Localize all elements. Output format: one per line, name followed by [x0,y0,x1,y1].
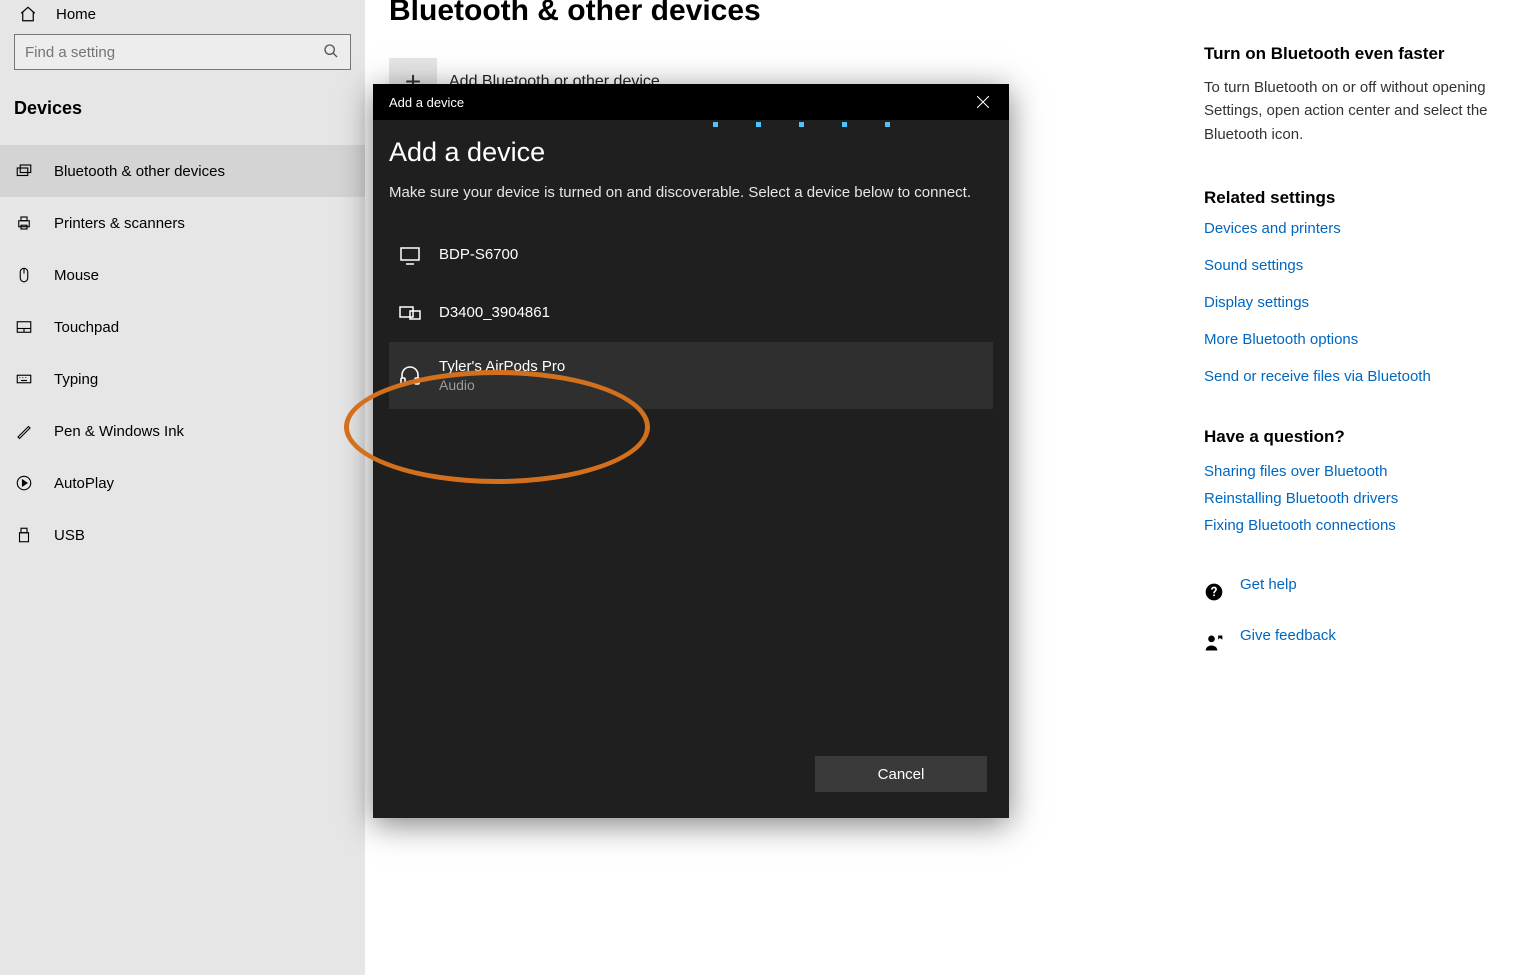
tip-body: To turn Bluetooth on or off without open… [1204,76,1494,146]
feedback-icon [1204,633,1224,657]
mouse-icon [14,265,34,285]
pen-icon [14,421,34,441]
sidebar-label: USB [54,527,85,544]
sidebar-section-title: Devices [0,88,365,145]
sidebar-label: Bluetooth & other devices [54,163,225,180]
add-device-dialog: Add a device Add a device Make sure your… [373,84,1009,818]
autoplay-icon [14,473,34,493]
link-send-receive-files[interactable]: Send or receive files via Bluetooth [1204,368,1494,385]
dialog-heading: Add a device [389,137,993,168]
keyboard-icon [14,369,34,389]
right-rail: Turn on Bluetooth even faster To turn Bl… [1204,0,1514,975]
dialog-close-button[interactable] [969,92,997,112]
device-item-d3400[interactable]: D3400_3904861 [389,284,993,342]
dialog-title: Add a device [389,95,464,110]
link-more-bluetooth[interactable]: More Bluetooth options [1204,331,1494,348]
get-help-row[interactable]: Get help [1204,576,1494,613]
settings-sidebar: Home Devices Bluetooth & other devices P… [0,0,365,975]
bluetooth-devices-icon [14,161,34,181]
get-help-link[interactable]: Get help [1240,576,1297,593]
sidebar-item-autoplay[interactable]: AutoPlay [0,457,365,509]
search-icon [323,43,339,63]
screens-icon [397,300,423,326]
page-title: Bluetooth & other devices [389,0,1180,28]
link-reinstalling-drivers[interactable]: Reinstalling Bluetooth drivers [1204,490,1494,507]
cancel-button[interactable]: Cancel [815,756,987,792]
sidebar-label: Typing [54,371,98,388]
sidebar-label: Printers & scanners [54,215,185,232]
sidebar-label: Pen & Windows Ink [54,423,184,440]
home-icon [18,4,38,24]
search-wrap [0,34,365,88]
monitor-icon [397,242,423,268]
device-name: Tyler's AirPods Pro [439,358,565,375]
usb-icon [14,525,34,545]
link-sound-settings[interactable]: Sound settings [1204,257,1494,274]
device-sub: Audio [439,377,565,393]
headphones-icon [397,362,423,388]
dialog-titlebar: Add a device [373,84,1009,120]
give-feedback-link[interactable]: Give feedback [1240,627,1336,644]
sidebar-item-usb[interactable]: USB [0,509,365,561]
sidebar-item-pen[interactable]: Pen & Windows Ink [0,405,365,457]
related-heading: Related settings [1204,188,1494,208]
question-heading: Have a question? [1204,427,1494,447]
sidebar-item-bluetooth[interactable]: Bluetooth & other devices [0,145,365,197]
home-label: Home [56,6,96,23]
link-fixing-connections[interactable]: Fixing Bluetooth connections [1204,517,1494,534]
device-item-airpods[interactable]: Tyler's AirPods Pro Audio [389,342,993,409]
link-display-settings[interactable]: Display settings [1204,294,1494,311]
link-devices-printers[interactable]: Devices and printers [1204,220,1494,237]
dialog-subheading: Make sure your device is turned on and d… [389,182,993,204]
sidebar-label: AutoPlay [54,475,114,492]
sidebar-item-typing[interactable]: Typing [0,353,365,405]
sidebar-label: Mouse [54,267,99,284]
tip-heading: Turn on Bluetooth even faster [1204,44,1494,64]
device-item-bdp[interactable]: BDP-S6700 [389,226,993,284]
device-name: BDP-S6700 [439,246,518,263]
sidebar-label: Touchpad [54,319,119,336]
help-icon [1204,582,1224,606]
sidebar-item-touchpad[interactable]: Touchpad [0,301,365,353]
progress-dots [373,120,1009,127]
give-feedback-row[interactable]: Give feedback [1204,627,1494,664]
sidebar-item-printers[interactable]: Printers & scanners [0,197,365,249]
home-link[interactable]: Home [0,0,365,34]
device-name: D3400_3904861 [439,304,550,321]
sidebar-item-mouse[interactable]: Mouse [0,249,365,301]
printer-icon [14,213,34,233]
touchpad-icon [14,317,34,337]
search-input[interactable] [14,34,351,70]
link-sharing-files[interactable]: Sharing files over Bluetooth [1204,463,1494,480]
